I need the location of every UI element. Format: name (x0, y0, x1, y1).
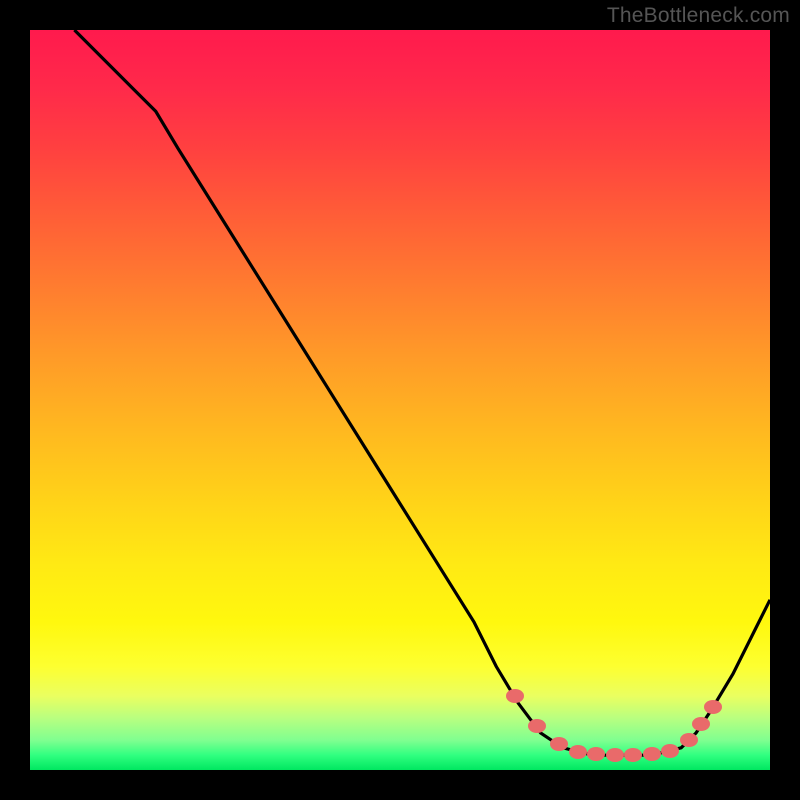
chart-marker (528, 719, 546, 733)
chart-marker (550, 737, 568, 751)
chart-marker (506, 689, 524, 703)
chart-frame: TheBottleneck.com (0, 0, 800, 800)
chart-marker (661, 744, 679, 758)
chart-marker (624, 748, 642, 762)
watermark-text: TheBottleneck.com (607, 4, 790, 28)
chart-marker (643, 747, 661, 761)
chart-marker (569, 745, 587, 759)
chart-marker (704, 700, 722, 714)
chart-marker (692, 717, 710, 731)
chart-marker (680, 733, 698, 747)
chart-plot-area (30, 30, 770, 770)
chart-marker (587, 747, 605, 761)
chart-marker (606, 748, 624, 762)
